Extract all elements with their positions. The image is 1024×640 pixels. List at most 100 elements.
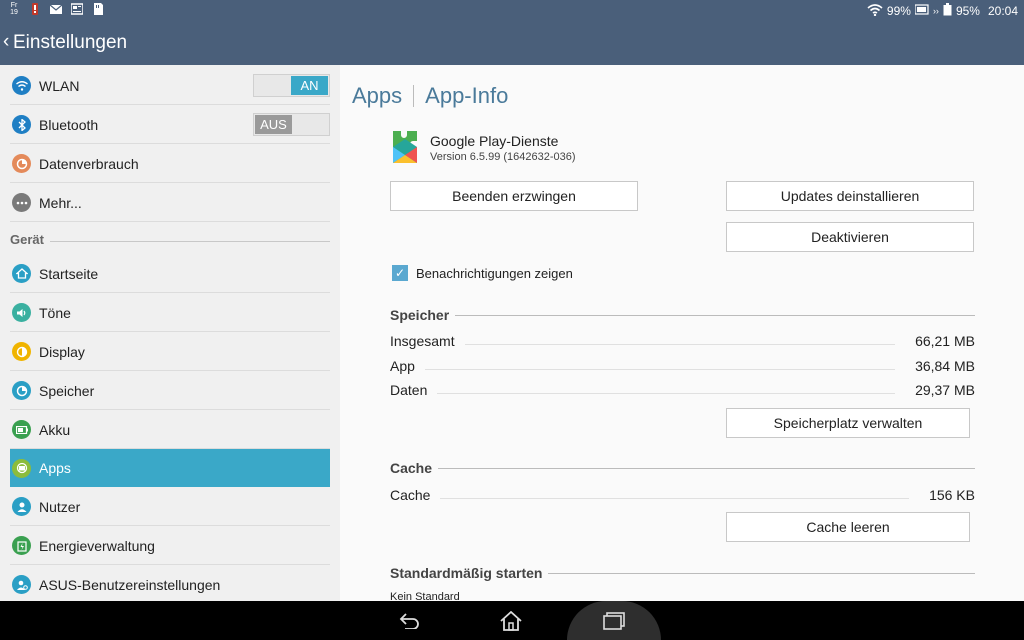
disable-button[interactable]: Deaktivieren — [726, 222, 974, 252]
back-icon[interactable] — [380, 601, 440, 640]
section-header-label: Gerät — [10, 232, 44, 247]
storage-label: Insgesamt — [390, 333, 455, 349]
show-notifications-label: Benachrichtigungen zeigen — [416, 265, 573, 281]
divider — [455, 314, 975, 316]
sidebar-item-toene[interactable]: Töne — [10, 294, 330, 332]
data-usage-icon — [12, 154, 31, 173]
cache-row: Cache 156 KB — [390, 487, 975, 503]
force-stop-button[interactable]: Beenden erzwingen — [390, 181, 638, 211]
section-storage-title: Speicher — [390, 307, 450, 323]
sidebar-item-label: Bluetooth — [39, 116, 99, 133]
storage-label: App — [390, 358, 415, 374]
storage-label: Daten — [390, 382, 428, 398]
storage-row-data: Daten 29,37 MB — [390, 382, 975, 398]
section-launch-default: Standardmäßig starten — [390, 565, 975, 581]
sidebar-item-label: Startseite — [39, 265, 99, 282]
storage-value: 29,37 MB — [915, 382, 975, 398]
news-icon — [70, 3, 84, 15]
date-num: 19 — [10, 9, 18, 16]
sidebar-item-display[interactable]: Display — [10, 333, 330, 371]
show-notifications-row[interactable]: ✓ Benachrichtigungen zeigen — [392, 265, 573, 281]
home-icon[interactable] — [481, 601, 541, 640]
sidebar-item-label: ASUS-Benutzereinstellungen — [39, 576, 221, 593]
section-storage: Speicher — [390, 307, 975, 323]
clock: 20:04 — [987, 4, 1018, 18]
storage-row-total: Insgesamt 66,21 MB — [390, 333, 975, 349]
action-bar: ‹ Einstellungen — [0, 20, 1024, 65]
sidebar-item-asus-benutzereinstellungen[interactable]: ASUS-Benutzereinstellungen — [10, 566, 330, 601]
breadcrumb: Apps App-Info — [352, 83, 508, 109]
status-bar-system: 99% ›› 95% 20:04 — [867, 3, 1018, 19]
leader-line — [424, 368, 896, 370]
battery-icon — [943, 3, 952, 19]
sidebar-item-apps[interactable]: Apps — [10, 449, 330, 487]
storage-value: 36,84 MB — [915, 358, 975, 374]
storage-value: 66,21 MB — [915, 333, 975, 349]
leader-line — [464, 343, 896, 345]
sidebar-item-wlan[interactable]: WLAN AN — [10, 67, 330, 105]
more-icon — [12, 193, 31, 212]
home-icon — [12, 264, 31, 283]
sidebar-item-label: Energieverwaltung — [39, 537, 155, 554]
sound-icon — [12, 303, 31, 322]
sidebar-item-startseite[interactable]: Startseite — [10, 255, 330, 293]
leader-line — [437, 392, 896, 394]
bluetooth-icon — [12, 115, 31, 134]
sidebar-item-label: Nutzer — [39, 498, 81, 515]
cache-label: Cache — [390, 487, 431, 503]
battery-percent: 95% — [955, 4, 980, 18]
apps-icon — [12, 458, 31, 478]
launch-default-value: Kein Standard — [390, 591, 460, 601]
sidebar-item-label: Akku — [39, 421, 71, 438]
back-chevron-icon[interactable]: ‹ — [3, 31, 9, 53]
sidebar-item-nutzer[interactable]: Nutzer — [10, 488, 330, 526]
sidebar-item-bluetooth[interactable]: Bluetooth AUS — [10, 106, 330, 144]
wifi-icon — [12, 76, 31, 95]
breadcrumb-divider — [413, 85, 415, 107]
wifi-icon — [867, 3, 883, 19]
puzzle-piece-icon — [390, 129, 420, 165]
section-cache-title: Cache — [390, 460, 433, 476]
storage-row-app: App 36,84 MB — [390, 358, 975, 374]
bluetooth-toggle[interactable]: AUS — [253, 113, 330, 136]
breadcrumb-app-info: App-Info — [425, 83, 509, 108]
sidebar-item-energieverwaltung[interactable]: Energieverwaltung — [10, 527, 330, 565]
divider — [438, 467, 975, 469]
sidebar-item-datenverbrauch[interactable]: Datenverbrauch — [10, 145, 330, 183]
sidebar-item-speicher[interactable]: Speicher — [10, 372, 330, 410]
wlan-toggle[interactable]: AN — [253, 74, 330, 97]
app-version: Version 6.5.99 (1642632-036) — [430, 151, 576, 163]
mail-icon — [49, 3, 63, 15]
settings-sidebar: WLAN AN Bluetooth AUS Datenverbrauch Meh… — [0, 65, 340, 601]
asus-settings-icon — [12, 575, 31, 594]
sidebar-item-label: Datenverbrauch — [39, 155, 139, 172]
display-icon — [12, 342, 31, 361]
wifi-strength: 99% — [886, 4, 911, 18]
sidebar-item-mehr[interactable]: Mehr... — [10, 184, 330, 222]
breadcrumb-apps[interactable]: Apps — [352, 83, 402, 109]
manage-storage-button[interactable]: Speicherplatz verwalten — [726, 408, 970, 438]
recents-icon[interactable] — [584, 601, 644, 640]
sidebar-item-label: WLAN — [39, 77, 80, 94]
section-header-geraet: Gerät — [10, 232, 330, 247]
sidebar-item-label: Töne — [39, 304, 71, 321]
sidebar-item-label: Display — [39, 343, 85, 360]
sidebar-item-akku[interactable]: Akku — [10, 411, 330, 449]
cache-value: 156 KB — [929, 487, 975, 503]
section-cache: Cache — [390, 460, 975, 476]
toggle-knob: AUS — [255, 115, 292, 134]
date-day: Fr — [10, 2, 18, 9]
leader-line — [440, 497, 910, 499]
app-info-pane: Apps App-Info Google Play-Dienste Versio… — [340, 65, 1024, 601]
divider — [548, 572, 975, 574]
sd-card-icon — [92, 3, 104, 15]
checkbox-checked-icon[interactable]: ✓ — [392, 265, 408, 281]
status-bar-notifications: Fr 19 — [8, 2, 104, 16]
battery-icon — [12, 420, 31, 439]
uninstall-updates-button[interactable]: Updates deinstallieren — [726, 181, 974, 211]
app-name: Google Play-Dienste — [430, 133, 559, 149]
app-title[interactable]: Einstellungen — [13, 32, 127, 54]
chevrons-icon: ›› — [932, 6, 939, 16]
toggle-knob: AN — [291, 76, 328, 95]
clear-cache-button[interactable]: Cache leeren — [726, 512, 970, 542]
